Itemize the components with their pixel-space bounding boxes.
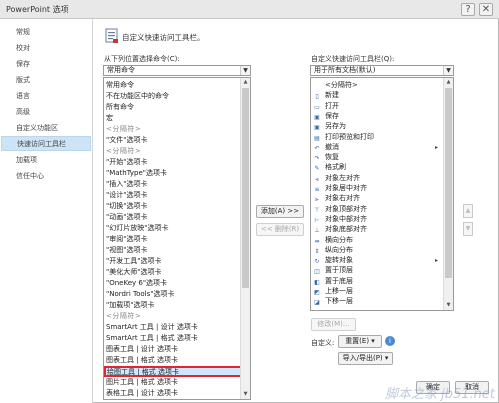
chevron-down-icon: ▼ [443, 66, 453, 75]
toolbar-commands-list[interactable]: <分隔符> ▯ 新建 ▭ 打开 ▣ 保存 ▣ 另存为 ▤ 打印预览和打印 ↶ 撤消 ▸ ↷ 恢复 ✎ 格式刷 ⫷ 对象… [310, 77, 454, 311]
available-command-item[interactable]: 图表工具 | 设计 选项卡 [106, 344, 243, 355]
scroll-thumb[interactable] [445, 88, 452, 278]
available-command-item[interactable]: "幻灯片放映"选项卡 [106, 223, 243, 234]
available-command-item[interactable]: 所有命令 [106, 102, 243, 113]
quick-access-toolbar-icon [105, 28, 118, 43]
import-export-button[interactable]: 导入/导出(P) ▾ [338, 352, 393, 365]
nav-item-save[interactable]: 保存 [1, 57, 91, 72]
available-command-item[interactable]: 绘图工具 | 格式 选项卡 [104, 366, 244, 377]
nav-item-proofing[interactable]: 校对 [1, 41, 91, 56]
close-button[interactable]: ✕ [479, 3, 493, 16]
remove-button[interactable]: << 删除(R) [256, 223, 304, 236]
toolbar-command-label: 另存为 [325, 122, 346, 131]
toolbar-command-label: 对象居中对齐 [325, 184, 367, 192]
toolbar-command-label: 保存 [325, 111, 339, 120]
customize-toolbar-label: 自定义快速访问工具栏(Q): [311, 55, 395, 63]
send-backward-icon: ◪ [314, 299, 320, 307]
scroll-up-icon[interactable]: ▲ [444, 78, 453, 87]
available-command-item[interactable]: SmartArt 工具 | 设计 选项卡 [106, 322, 243, 333]
toolbar-command-label: 对象底部对齐 [325, 225, 367, 234]
customize-toolbar-value: 用于所有文档(默认) [314, 66, 376, 74]
choose-commands-dropdown[interactable]: 常用命令 ▼ [103, 65, 251, 76]
available-command-item[interactable]: 常用命令 [106, 80, 243, 91]
available-command-item[interactable]: "OneKey 6"选项卡 [106, 278, 243, 289]
nav-item-general[interactable]: 常规 [1, 25, 91, 40]
customizations-label: 自定义: [311, 339, 335, 347]
available-command-item[interactable]: 不在功能区中的命令 [106, 91, 243, 102]
watermark: 脚本之家 jb51.net [384, 387, 495, 402]
customize-toolbar-dropdown[interactable]: 用于所有文档(默认) ▼ [310, 65, 454, 76]
options-nav: 常规 校对 保存 版式 语言 高级 自定义功能区 快速访问工具栏 加载项 信任中… [0, 19, 93, 403]
separator-icon [313, 80, 321, 88]
add-button[interactable]: 添加(A) >> [256, 205, 304, 218]
available-commands-scrollbar[interactable]: ▲ ▼ [240, 78, 250, 399]
toolbar-command-label: 格式刷 [325, 163, 346, 172]
nav-item-advanced[interactable]: 高级 [1, 105, 91, 120]
toolbar-command-label: 置于底层 [325, 276, 353, 285]
nav-item-language[interactable]: 语言 [1, 89, 91, 104]
available-command-item[interactable]: "开发工具"选项卡 [106, 256, 243, 267]
toolbar-command-label: 上移一层 [325, 287, 353, 295]
toolbar-command-item[interactable]: ◪ 下移一层 [313, 296, 441, 307]
scroll-thumb[interactable] [242, 88, 249, 288]
available-command-item[interactable]: <分隔符> [106, 311, 243, 322]
toolbar-command-label: 撤消 [325, 142, 339, 151]
available-command-item[interactable]: "审阅"选项卡 [106, 234, 243, 245]
reset-button[interactable]: 重置(E) ▾ [338, 335, 382, 348]
available-command-item[interactable]: 表格工具 | 设计 选项卡 [106, 388, 243, 399]
title-bar: PowerPoint 选项 ? ✕ [0, 0, 499, 19]
toolbar-command-label: 打印预览和打印 [325, 132, 374, 141]
window-title: PowerPoint 选项 [6, 5, 69, 14]
available-command-item[interactable]: "视图"选项卡 [106, 245, 243, 256]
available-command-item[interactable]: 宏 [106, 113, 243, 124]
available-command-item[interactable]: "加载项"选项卡 [106, 300, 243, 311]
available-command-item[interactable]: "动画"选项卡 [106, 212, 243, 223]
available-command-item[interactable]: "插入"选项卡 [106, 179, 243, 190]
nav-item-add-ins[interactable]: 加载项 [1, 153, 91, 168]
nav-item-layout[interactable]: 版式 [1, 73, 91, 88]
page-title: 自定义快速访问工具栏。 [122, 33, 205, 42]
move-down-button[interactable]: ▼ [463, 222, 473, 236]
available-command-item[interactable]: "设计"选项卡 [106, 190, 243, 201]
toolbar-command-label: 置于顶层 [325, 266, 353, 275]
scroll-down-icon[interactable]: ▼ [241, 390, 250, 399]
toolbar-command-label: 恢复 [325, 153, 339, 162]
toolbar-command-label: 对象顶部对齐 [325, 204, 367, 213]
available-command-item[interactable]: <分隔符> [106, 146, 243, 157]
available-command-item[interactable]: 图片工具 | 格式 选项卡 [106, 377, 243, 388]
toolbar-command-label: 对象右对齐 [325, 194, 360, 203]
available-command-item[interactable]: "美化大师"选项卡 [106, 267, 243, 278]
toolbar-command-label: 新建 [325, 91, 339, 100]
nav-item-customize-ribbon[interactable]: 自定义功能区 [1, 121, 91, 136]
nav-item-quick-access-toolbar[interactable]: 快速访问工具栏 [1, 136, 91, 151]
toolbar-command-label: 对象左对齐 [325, 173, 360, 182]
toolbar-command-label: <分隔符> [325, 81, 358, 89]
available-command-item[interactable]: <分隔符> [106, 124, 243, 135]
move-up-button[interactable]: ▲ [463, 204, 473, 218]
available-command-item[interactable]: "文件"选项卡 [106, 135, 243, 146]
toolbar-command-label: 纵向分布 [325, 245, 353, 254]
toolbar-command-label: 打开 [325, 101, 339, 110]
available-command-item[interactable]: "Nordri Tools"选项卡 [106, 289, 243, 300]
info-icon: i [385, 336, 395, 346]
toolbar-command-label: 下移一层 [325, 297, 353, 306]
toolbar-commands-scrollbar[interactable]: ▲ ▼ [443, 78, 453, 310]
scroll-up-icon[interactable]: ▲ [241, 78, 250, 87]
choose-commands-value: 常用命令 [107, 66, 135, 74]
available-commands-list[interactable]: 常用命令 不在功能区中的命令 所有命令宏 <分隔符> "文件"选项卡 <分隔符> "开始"选… [103, 77, 251, 400]
available-command-item[interactable]: 图表工具 | 格式 选项卡 [106, 355, 243, 366]
available-command-item[interactable]: "MathType"选项卡 [106, 168, 243, 179]
help-button[interactable]: ? [461, 3, 475, 16]
available-command-item[interactable]: "切换"选项卡 [106, 201, 243, 212]
toolbar-command-label: 对象中部对齐 [325, 214, 367, 223]
nav-item-trust-center[interactable]: 信任中心 [1, 169, 91, 184]
choose-commands-label: 从下列位置选择命令(C): [104, 55, 180, 63]
chevron-down-icon: ▼ [240, 66, 250, 75]
scroll-down-icon[interactable]: ▼ [444, 301, 453, 310]
toolbar-command-label: 旋转对象 [325, 256, 353, 265]
toolbar-command-label: 横向分布 [325, 235, 353, 244]
available-command-item[interactable]: "开始"选项卡 [106, 157, 243, 168]
modify-button[interactable]: 修改(M)... [311, 318, 356, 331]
available-command-item[interactable]: SmartArt 工具 | 格式 选项卡 [106, 333, 243, 344]
